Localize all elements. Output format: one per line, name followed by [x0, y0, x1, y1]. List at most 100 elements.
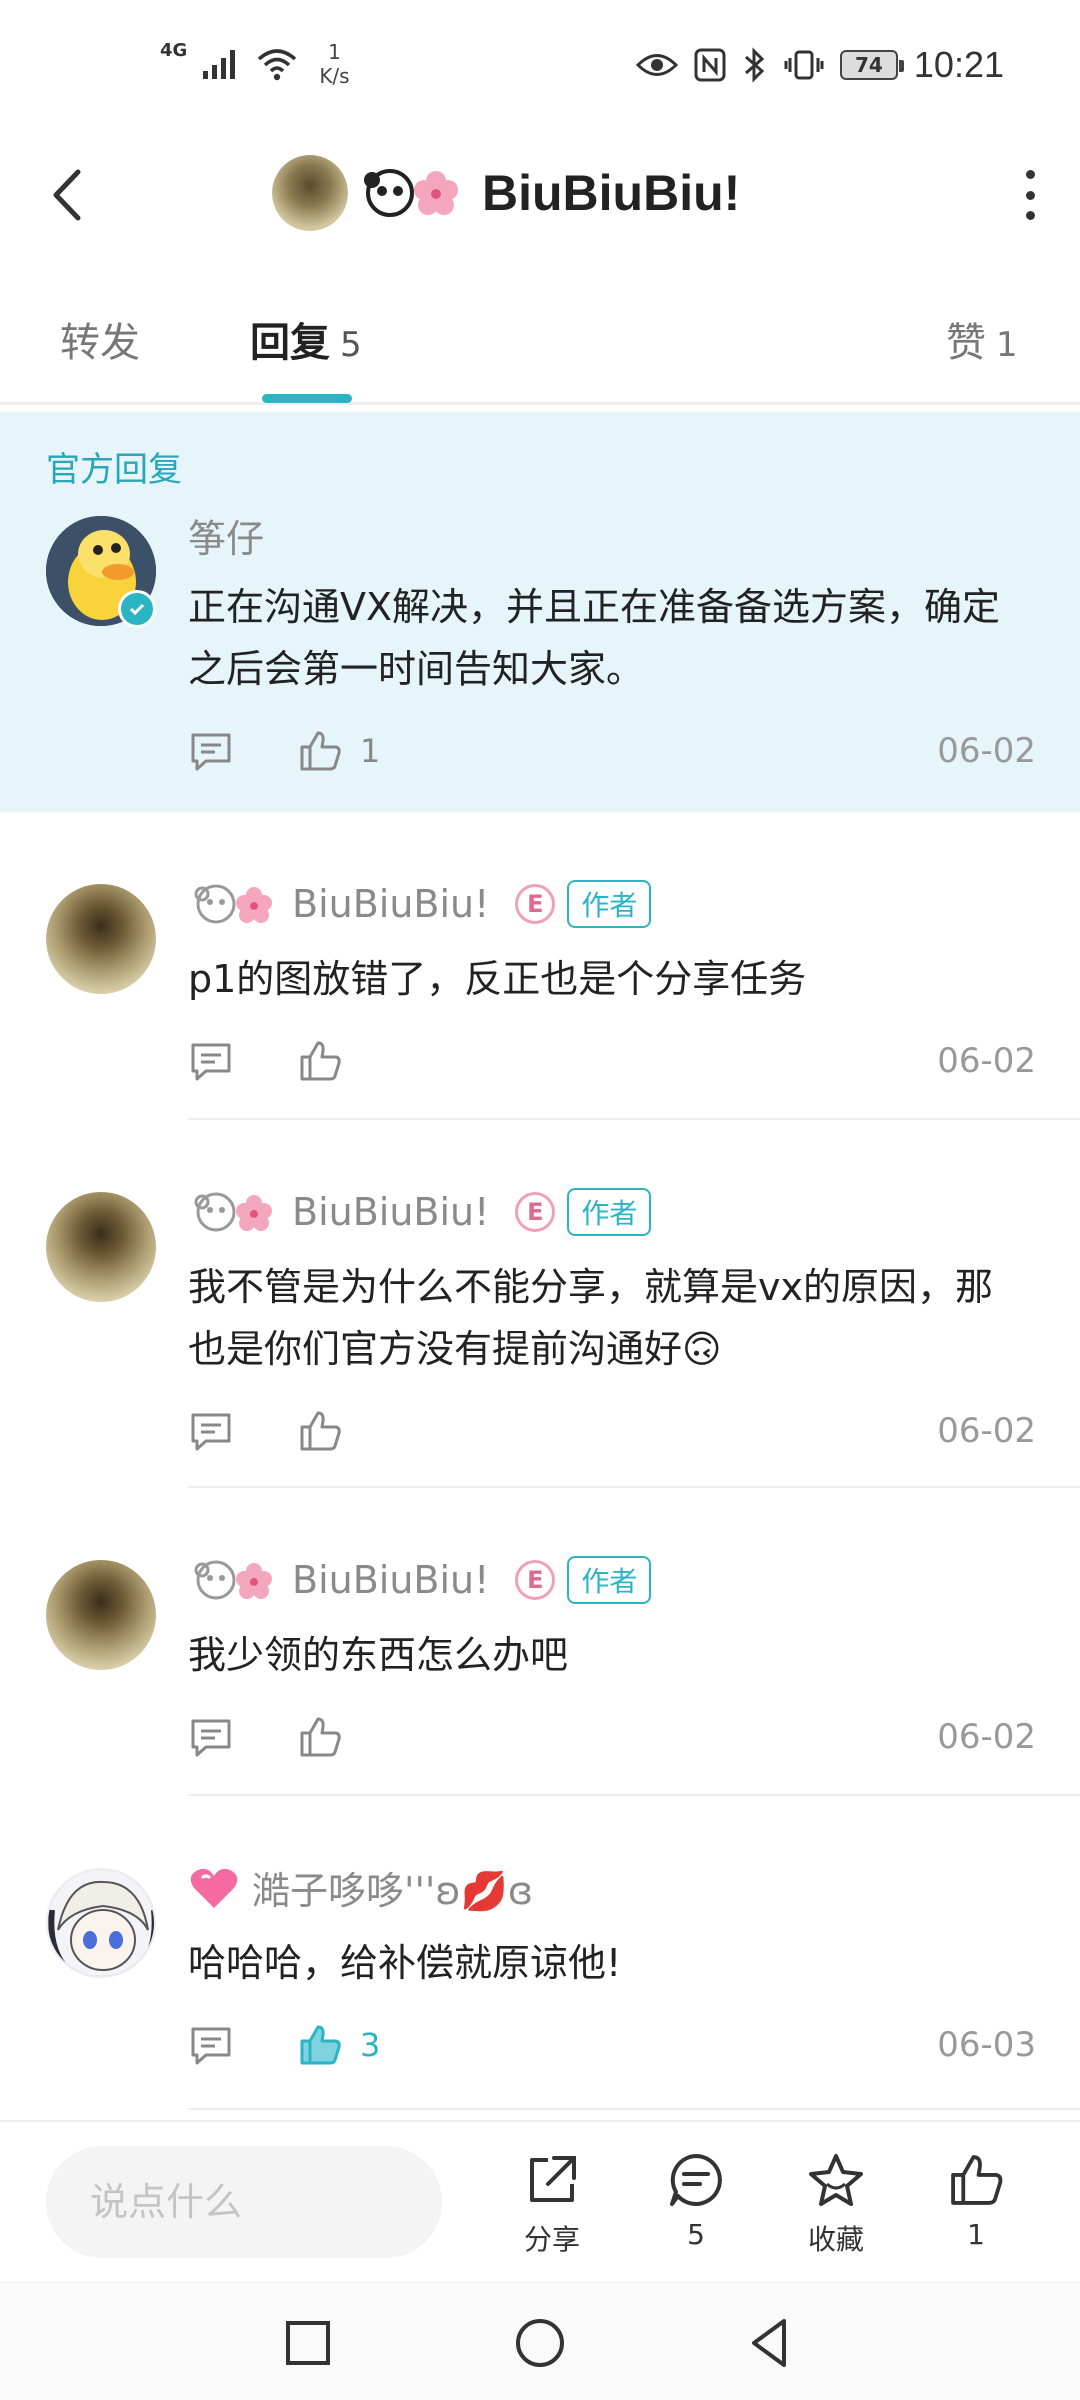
heart-icon [190, 1868, 238, 1908]
comment-actions: 3 06-03 [188, 2020, 1036, 2070]
comment-author-row: 筝仔 [188, 508, 264, 563]
comment-item: 澔子哆哆'''ʚ💋ɞ 哈哈哈，给补偿就原谅他! 3 06-03 [0, 1824, 1080, 2114]
like-button[interactable] [298, 1039, 342, 1083]
level-badge-icon: E [515, 1560, 556, 1600]
comment-author[interactable]: BiuBiuBiu! [292, 1558, 489, 1602]
network-speed: 1 K/s [319, 40, 350, 88]
comment-button[interactable]: 5 [636, 2152, 756, 2251]
favorite-button[interactable]: 收藏 [776, 2152, 896, 2258]
more-options-button[interactable] [1020, 170, 1040, 220]
dot-icon [1025, 211, 1035, 220]
like-button[interactable] [298, 1409, 342, 1453]
tab-active-indicator [262, 394, 352, 403]
thumbs-up-icon [300, 1041, 341, 1081]
like-button[interactable] [298, 1715, 342, 1759]
thumbs-up-icon [300, 1411, 341, 1451]
system-nav-bar [0, 2282, 1080, 2400]
thumbs-up-icon [300, 731, 341, 771]
panda-sakura-icon [358, 158, 468, 228]
comment-text: p1的图放错了，反正也是个分享任务 [188, 957, 807, 1001]
verified-badge-icon [118, 590, 156, 628]
level-badge-icon: E [515, 884, 556, 924]
official-reply-label: 官方回复 [46, 450, 182, 490]
chevron-left-icon [53, 169, 81, 221]
divider [188, 2108, 1080, 2110]
like-count: 3 [360, 2026, 381, 2064]
like-post-button[interactable]: 1 [916, 2152, 1036, 2251]
thumbs-up-icon [300, 1717, 341, 1757]
avatar[interactable] [272, 155, 348, 231]
title-area[interactable]: BiuBiuBiu! [272, 155, 740, 231]
avatar[interactable] [46, 1868, 156, 1978]
bluetooth-icon [744, 47, 765, 83]
divider [188, 1794, 1080, 1796]
reply-icon[interactable] [188, 2022, 234, 2068]
avatar[interactable] [46, 1560, 156, 1670]
comment-item: BiuBiuBiu! E 作者 p1的图放错了，反正也是个分享任务 06-02 [0, 840, 1080, 1120]
thumbs-up-filled-icon [300, 2025, 341, 2065]
like-button[interactable]: 3 [298, 2023, 380, 2067]
comment-date: 06-03 [937, 2025, 1036, 2065]
status-left: 4G 1 K/s [160, 39, 350, 89]
clock: 10:21 [913, 44, 1004, 85]
dot-icon [1025, 170, 1035, 179]
tab-repost[interactable]: 转发 [60, 310, 140, 368]
like-button[interactable]: 1 [298, 729, 380, 773]
dot-icon [1025, 190, 1035, 200]
official-reply-section: 官方回复 筝仔 正在沟通VX解决，并且正在准备备选方案，确定之后会第一时间告知大… [0, 412, 1080, 812]
comment-text: 我不管是为什么不能分享，就算是vx的原因，那也是你们官方没有提前沟通好🙃 [188, 1265, 993, 1371]
tab-bar: 转发 回复 5 赞1 [0, 290, 1080, 405]
comment-item: BiuBiuBiu! E 作者 我少领的东西怎么办吧 06-02 [0, 1516, 1080, 1796]
avatar[interactable] [46, 884, 156, 994]
reply-icon[interactable] [188, 728, 234, 774]
comment-input[interactable] [46, 2146, 442, 2258]
author-tag: 作者 [567, 880, 652, 928]
comment-author[interactable]: BiuBiuBiu! [292, 1190, 489, 1234]
reply-icon[interactable] [188, 1038, 234, 1084]
author-tag: 作者 [567, 1188, 652, 1236]
comment-actions: 06-02 [188, 1036, 1036, 1086]
share-button[interactable]: 分享 [492, 2152, 612, 2258]
signal-icon [203, 50, 236, 79]
network-type: 4G [160, 39, 188, 61]
reply-icon[interactable] [188, 1408, 234, 1454]
bottom-action-bar: 分享 5 收藏 1 [0, 2120, 1080, 2280]
comment-author[interactable]: 澔子哆哆'''ʚ💋ɞ [252, 1860, 533, 1915]
panda-sakura-icon [194, 884, 272, 924]
comment-author-row: BiuBiuBiu! E 作者 [188, 1184, 652, 1240]
comment-author-row: BiuBiuBiu! E 作者 [188, 1552, 652, 1608]
back-nav-icon[interactable] [740, 2313, 800, 2373]
reply-icon[interactable] [188, 1714, 234, 1760]
comment-actions: 06-02 [188, 1712, 1036, 1762]
tab-replies[interactable]: 回复 5 [250, 310, 362, 368]
panda-sakura-icon [194, 1560, 272, 1600]
comment-text: 哈哈哈，给补偿就原谅他! [188, 1941, 622, 1985]
recent-apps-icon[interactable] [278, 2313, 338, 2373]
back-button[interactable] [40, 160, 100, 230]
comment-text: 我少领的东西怎么办吧 [188, 1633, 569, 1677]
share-icon [530, 2156, 576, 2202]
status-right: 74 10:21 [635, 44, 1004, 86]
author-tag: 作者 [567, 1556, 652, 1604]
battery-indicator: 74 [839, 50, 904, 80]
comment-author[interactable]: BiuBiuBiu! [292, 882, 489, 926]
home-icon[interactable] [510, 2313, 570, 2373]
comment-item: BiuBiuBiu! E 作者 我不管是为什么不能分享，就算是vx的原因，那也是… [0, 1148, 1080, 1488]
comment-icon [670, 2154, 722, 2206]
avatar[interactable] [46, 1192, 156, 1302]
comment-text: 正在沟通VX解决，并且正在准备备选方案，确定之后会第一时间告知大家。 [188, 585, 1001, 691]
header: BiuBiuBiu! [0, 130, 1080, 260]
tab-likes[interactable]: 赞1 [946, 310, 1018, 368]
vibrate-icon [784, 50, 824, 80]
page-title: BiuBiuBiu! [482, 165, 741, 221]
thumbs-up-icon [951, 2155, 1003, 2205]
eye-icon [635, 54, 678, 76]
comment-actions: 1 06-02 [188, 726, 1036, 776]
comment-date: 06-02 [937, 1041, 1036, 1081]
anime-avatar-icon [48, 1870, 154, 1976]
comment-author-row: BiuBiuBiu! E 作者 [188, 876, 652, 932]
comment-date: 06-02 [937, 731, 1036, 771]
comment-author[interactable]: 筝仔 [188, 508, 264, 563]
panda-sakura-icon [194, 1192, 272, 1232]
like-count: 1 [360, 732, 381, 770]
